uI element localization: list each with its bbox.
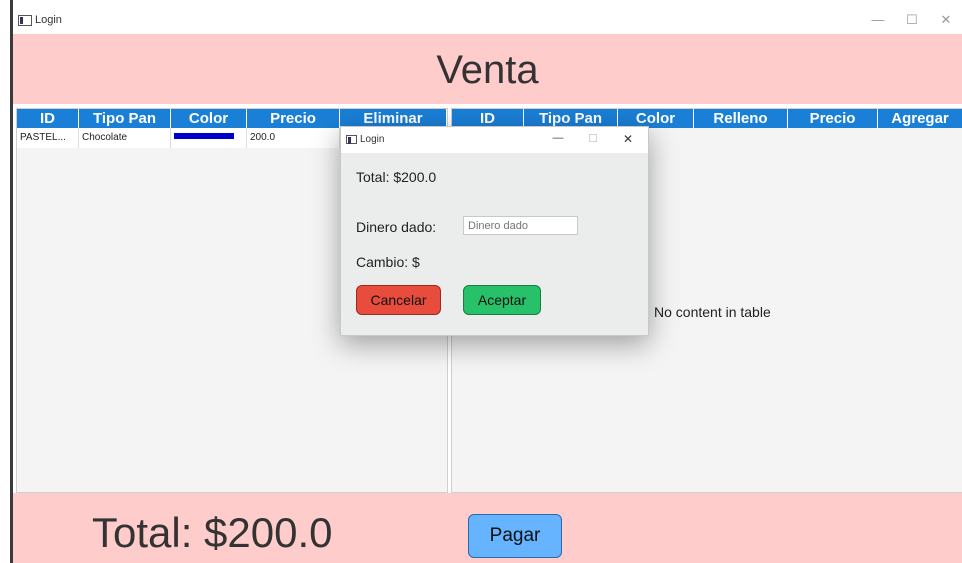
cell-precio: 200.0 — [247, 128, 340, 148]
change-label: Cambio: $ — [356, 254, 420, 270]
window-title: Login — [35, 14, 62, 26]
dialog-minimize-button[interactable]: — — [547, 132, 569, 144]
column-header[interactable]: Tipo Pan — [79, 109, 171, 128]
sale-header: Venta — [13, 34, 962, 104]
dialog-maximize-button[interactable]: ☐ — [582, 132, 604, 145]
window-titlebar: Login — ☐ ✕ — [13, 0, 962, 34]
column-header[interactable]: Precio — [247, 109, 340, 128]
cell-tipo-pan: Chocolate — [79, 128, 171, 148]
minimize-button[interactable]: — — [867, 12, 889, 27]
payment-dialog: Login — ☐ ✕ Total: $200.0 Dinero dado: C… — [340, 126, 649, 336]
money-given-label: Dinero dado: — [356, 219, 437, 235]
close-button[interactable]: ✕ — [935, 12, 957, 28]
cell-id: PASTEL... — [17, 128, 79, 148]
cell-color — [171, 128, 247, 148]
empty-table-message: No content in table — [654, 304, 771, 320]
page-title: Venta — [436, 48, 539, 92]
dialog-titlebar: Login — ☐ ✕ — [341, 127, 648, 153]
money-given-input[interactable] — [463, 216, 578, 235]
column-header[interactable]: Agregar — [878, 109, 962, 128]
app-window-icon — [18, 15, 32, 26]
accept-button[interactable]: Aceptar — [463, 285, 541, 315]
sale-footer: Total: $200.0 Pagar — [13, 493, 962, 563]
dialog-window-icon — [346, 135, 357, 144]
column-header[interactable]: Color — [171, 109, 247, 128]
total-label: Total: $200.0 — [92, 509, 333, 556]
column-header[interactable]: Precio — [788, 109, 878, 128]
cancel-button[interactable]: Cancelar — [356, 285, 441, 315]
dialog-title: Login — [360, 134, 385, 145]
column-header[interactable]: ID — [17, 109, 79, 128]
dialog-total: Total: $200.0 — [356, 169, 437, 185]
dialog-close-button[interactable]: ✕ — [617, 132, 639, 146]
pay-button[interactable]: Pagar — [468, 514, 562, 558]
color-swatch — [174, 133, 234, 139]
column-header[interactable]: Relleno — [694, 109, 788, 128]
maximize-button[interactable]: ☐ — [901, 12, 923, 28]
